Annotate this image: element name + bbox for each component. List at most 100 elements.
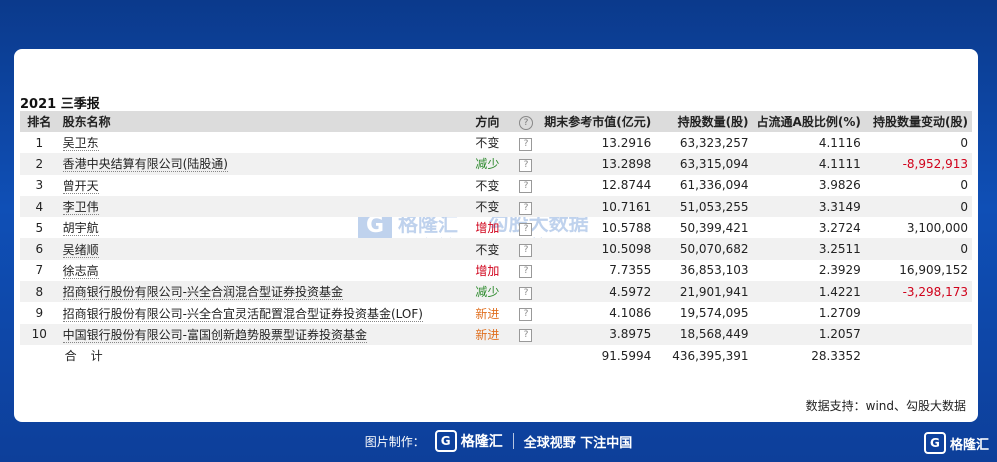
quantity-cell: 63,323,257 (679, 135, 749, 150)
header-value: 期末参考市值(亿元) (540, 111, 656, 132)
help-cell[interactable]: ? (511, 281, 541, 303)
holder-name-link[interactable]: 李卫伟 (62, 200, 99, 216)
value-cell: 10.5098 (540, 238, 656, 260)
rank-cell: 8 (20, 281, 59, 303)
help-icon[interactable]: ? (519, 222, 533, 236)
table-row: 7 徐志高 增加? 7.7355 36,853,103 2.3929 16,909,152 (20, 260, 972, 281)
help-cell[interactable]: ? (512, 260, 541, 281)
made-by-label: 图片制作： (364, 434, 425, 449)
total-row: 合计 91.5994 436,395,391 28.3352 (20, 345, 972, 366)
holder-name-link[interactable]: 吴绪顺 (62, 242, 99, 258)
holder-name-cell[interactable]: 中国银行股份有限公司-富国创新趋势股票型证券投资基金 (58, 323, 472, 345)
help-cell[interactable]: ? (511, 238, 541, 260)
header-name: 股东名称 (58, 111, 472, 132)
rank-cell: 10 (20, 323, 59, 345)
change-cell: 16,909,152 (899, 263, 968, 278)
help-icon[interactable]: ? (519, 180, 533, 194)
total-label: 合计 (64, 349, 117, 364)
help-cell[interactable]: ? (512, 217, 541, 238)
help-icon[interactable]: ? (519, 329, 533, 343)
help-icon[interactable]: ? (519, 265, 533, 279)
holder-name-cell[interactable]: 曾开天 (59, 175, 472, 196)
total-label-cell: 合计 (59, 345, 472, 366)
corner-brand: 格隆汇 (949, 437, 989, 453)
holder-name-link[interactable]: 胡宇航 (62, 221, 99, 237)
holder-name-cell[interactable]: 招商银行股份有限公司-兴全合润混合型证券投资基金 (58, 281, 472, 303)
header-rank: 排名 (20, 111, 59, 132)
help-icon[interactable]: ? (519, 137, 533, 151)
total-ratio: 28.3352 (811, 348, 861, 363)
help-icon[interactable]: ? (519, 244, 533, 258)
holder-name-link[interactable]: 吴卫东 (62, 136, 99, 152)
rank-cell: 6 (20, 238, 59, 260)
value-cell: 4.1086 (609, 306, 652, 321)
holder-name-cell[interactable]: 吴卫东 (59, 132, 472, 153)
help-icon[interactable]: ? (518, 115, 533, 130)
total-help-cell (512, 345, 541, 366)
quantity-cell: 61,336,094 (679, 178, 749, 193)
help-icon[interactable]: ? (519, 158, 533, 172)
rank-cell: 5 (35, 220, 44, 235)
data-source: 数据支持：wind、勾股大数据 (805, 399, 966, 413)
help-cell[interactable]: ? (512, 132, 541, 153)
help-cell[interactable]: ? (511, 195, 541, 218)
holder-name-link[interactable]: 招商银行股份有限公司-兴全合润混合型证券投资基金 (62, 285, 343, 301)
rank-cell: 4 (20, 195, 59, 218)
quantity-cell: 50,399,421 (679, 220, 749, 235)
ratio-cell: 3.9826 (818, 178, 861, 193)
holders-table: 排名 股东名称 方向 ? 期末参考市值(亿元) 持股数量(股) 占流通A股比例(… (20, 111, 972, 366)
total-rank-cell (20, 345, 59, 366)
direction-cell: 不变 (475, 178, 500, 193)
holder-name-cell[interactable]: 徐志高 (59, 260, 472, 281)
footer-brand: 格隆汇 (460, 434, 503, 450)
quantity-cell: 50,070,682 (655, 238, 753, 260)
rank-cell: 9 (35, 306, 44, 321)
table-row: 4 李卫伟 不变? 10.7161 51,053,255 3.3149 0 (20, 195, 972, 218)
change-cell: 3,100,000 (906, 220, 968, 235)
direction-cell: 增加 (475, 221, 500, 236)
holder-name-cell[interactable]: 胡宇航 (59, 217, 472, 238)
help-icon[interactable]: ? (519, 286, 533, 300)
holder-name-cell[interactable]: 香港中央结算有限公司(陆股通) (58, 153, 472, 175)
holder-name-link[interactable]: 香港中央结算有限公司(陆股通) (62, 157, 228, 173)
holder-name-cell[interactable]: 吴绪顺 (58, 238, 472, 260)
quantity-cell: 19,574,095 (679, 306, 749, 321)
header-direction: 方向 (471, 111, 512, 132)
footer-slogan: 全球视野 下注中国 (523, 435, 633, 451)
gelonghui-logo-icon: G (923, 432, 946, 454)
value-cell: 3.8975 (540, 323, 656, 345)
holder-name-link[interactable]: 徐志高 (62, 263, 99, 279)
help-cell[interactable]: ? (512, 302, 541, 323)
value-cell: 10.7161 (540, 195, 656, 218)
header-change: 持股数量变动(股) (864, 111, 972, 132)
footer-logo: G 格隆汇 (434, 430, 503, 452)
help-icon[interactable]: ? (519, 308, 533, 322)
rank-cell: 2 (20, 153, 59, 175)
total-dir-cell (471, 345, 511, 366)
direction-cell: 不变 (471, 238, 512, 260)
help-cell[interactable]: ? (512, 175, 541, 196)
rank-cell: 7 (35, 263, 44, 278)
direction-cell: 新进 (475, 306, 500, 321)
holder-name-cell[interactable]: 李卫伟 (58, 195, 472, 218)
header-quantity: 持股数量(股) (655, 111, 753, 132)
gelonghui-logo-icon: G (434, 430, 457, 452)
header-help[interactable]: ? (511, 111, 541, 132)
holder-name-cell[interactable]: 招商银行股份有限公司-兴全合宜灵活配置混合型证券投资基金(LOF) (59, 302, 472, 323)
table-row: 3 曾开天 不变? 12.8744 61,336,094 3.9826 0 (20, 175, 972, 196)
change-cell: -8,952,913 (864, 153, 972, 175)
holder-name-link[interactable]: 中国银行股份有限公司-富国创新趋势股票型证券投资基金 (62, 327, 367, 343)
ratio-cell: 1.4221 (752, 281, 865, 303)
help-cell[interactable]: ? (511, 153, 541, 175)
total-quantity: 436,395,391 (672, 348, 749, 363)
change-cell: -3,298,173 (864, 281, 972, 303)
value-cell: 10.5788 (601, 220, 652, 235)
help-cell[interactable]: ? (511, 323, 541, 345)
help-icon[interactable]: ? (519, 201, 533, 215)
holder-name-link[interactable]: 曾开天 (62, 178, 99, 194)
footer-bar: 图片制作： G 格隆汇 全球视野 下注中国 (0, 425, 997, 457)
value-cell: 13.2898 (540, 153, 656, 175)
direction-cell: 不变 (475, 136, 500, 151)
holder-name-link[interactable]: 招商银行股份有限公司-兴全合宜灵活配置混合型证券投资基金(LOF) (62, 306, 423, 322)
direction-cell: 减少 (471, 153, 512, 175)
